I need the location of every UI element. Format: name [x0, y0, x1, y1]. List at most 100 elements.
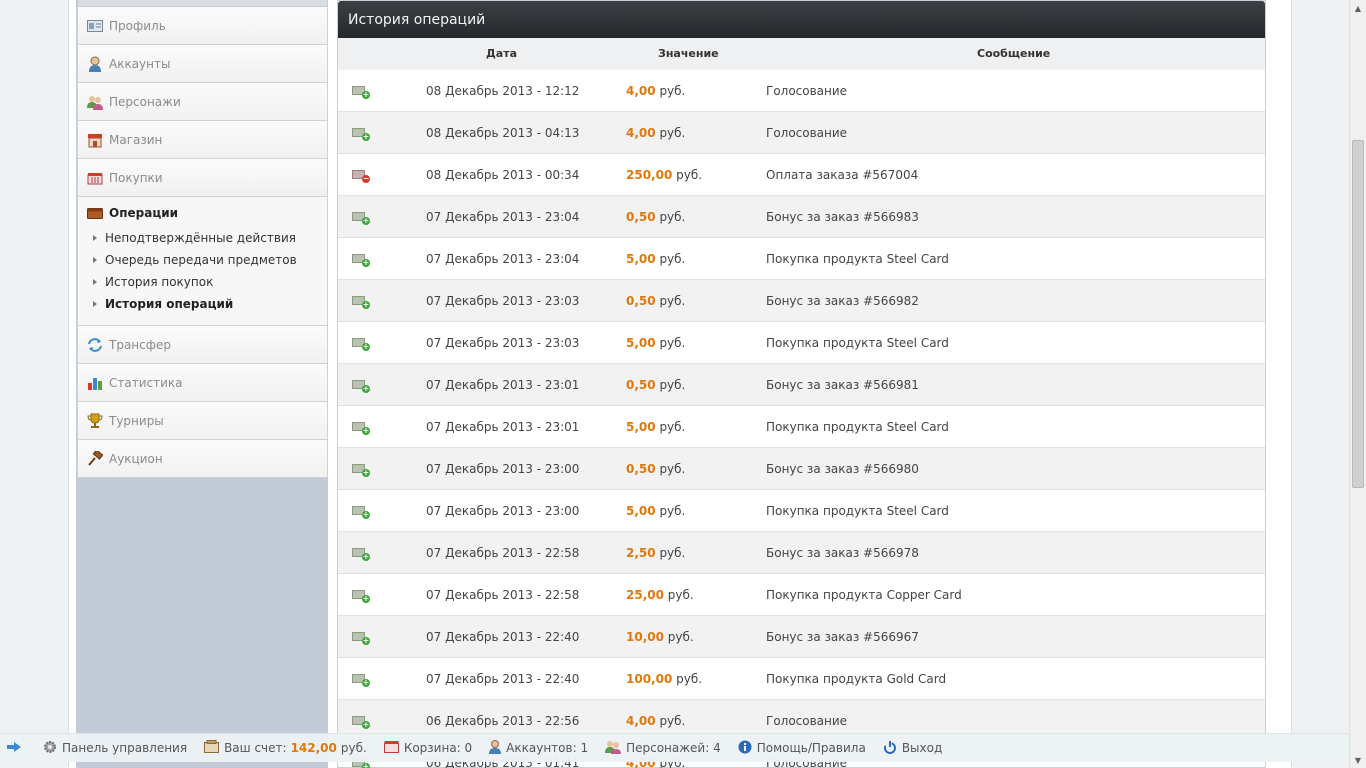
- sidebar-item-label: Статистика: [109, 375, 183, 390]
- row-date: 07 Декабрь 2013 - 23:04: [426, 252, 580, 266]
- card-plus-icon: +: [352, 211, 370, 225]
- row-amount: 0,50 руб.: [626, 294, 685, 308]
- user-icon: [87, 56, 103, 72]
- table-row: +08 Декабрь 2013 - 04:13 4,00 руб. Голосов…: [338, 112, 1265, 154]
- row-message: Покупка продукта Steel Card: [766, 336, 949, 350]
- column-header-date[interactable]: Дата: [486, 47, 517, 60]
- row-amount-value: 10,00: [626, 630, 664, 644]
- row-amount: 0,50 руб.: [626, 462, 685, 476]
- card-plus-icon: +: [352, 421, 370, 435]
- row-amount-value: 250,00: [626, 168, 673, 182]
- help-link[interactable]: Помощь/Правила: [738, 740, 866, 757]
- chart-icon: [87, 375, 103, 391]
- transfer-icon: [87, 337, 103, 353]
- row-amount-value: 2,50: [626, 546, 656, 560]
- row-date: 07 Декабрь 2013 - 23:00: [426, 462, 580, 476]
- sidebar: Профиль Аккаунты Персонажи Магазин Покуп…: [77, 0, 328, 478]
- sidebar-item-shop[interactable]: Магазин: [77, 121, 328, 159]
- row-amount: 0,50 руб.: [626, 210, 685, 224]
- table-row: +08 Декабрь 2013 - 12:12 4,00 руб. Голосов…: [338, 70, 1265, 112]
- balance-indicator[interactable]: Ваш счет: 142,00 руб.: [204, 740, 367, 756]
- logout-link[interactable]: Выход: [883, 740, 942, 757]
- card-plus-icon: +: [352, 337, 370, 351]
- characters-link[interactable]: Персонажей: 4: [605, 740, 721, 757]
- power-icon: [883, 740, 897, 757]
- operations-table-body: +08 Декабрь 2013 - 12:12 4,00 руб. Голосов…: [338, 70, 1265, 768]
- sidebar-item-auction[interactable]: Аукцион: [77, 440, 328, 478]
- bullet-arrow-icon: [93, 279, 97, 285]
- row-date: 07 Декабрь 2013 - 22:40: [426, 672, 580, 686]
- row-amount-currency: руб.: [659, 210, 686, 224]
- card-plus-icon: +: [352, 463, 370, 477]
- card-plus-icon: +: [352, 505, 370, 519]
- sidebar-item-label: Аукцион: [109, 451, 163, 466]
- control-panel-link[interactable]: Панель управления: [43, 740, 187, 757]
- row-amount: 2,50 руб.: [626, 546, 685, 560]
- scrollbar[interactable]: ▲ ▼: [1349, 0, 1366, 768]
- row-amount-value: 0,50: [626, 462, 656, 476]
- sidebar-item-purchases[interactable]: Покупки: [77, 159, 328, 197]
- row-amount: 250,00 руб.: [626, 168, 702, 182]
- column-header-message[interactable]: Сообщение: [977, 47, 1050, 60]
- card-plus-icon: +: [352, 253, 370, 267]
- row-message: Покупка продукта Steel Card: [766, 420, 949, 434]
- table-header: Дата Значение Сообщение: [338, 38, 1265, 70]
- row-amount-value: 5,00: [626, 336, 656, 350]
- row-amount-value: 5,00: [626, 420, 656, 434]
- row-amount-currency: руб.: [659, 462, 686, 476]
- sidebar-item-characters[interactable]: Персонажи: [77, 83, 328, 121]
- bullet-arrow-icon: [93, 257, 97, 263]
- row-date: 06 Декабрь 2013 - 22:56: [426, 714, 580, 728]
- gear-icon: [43, 740, 57, 757]
- row-amount-currency: руб.: [676, 168, 703, 182]
- row-message: Покупка продукта Steel Card: [766, 252, 949, 266]
- card-plus-icon: +: [352, 85, 370, 99]
- row-message: Покупка продукта Gold Card: [766, 672, 947, 686]
- sidebar-item-label: Аккаунты: [109, 56, 171, 71]
- table-row: +07 Декабрь 2013 - 22:40 10,00 руб. Бонус …: [338, 616, 1265, 658]
- row-message: Покупка продукта Steel Card: [766, 504, 949, 518]
- sidebar-item-accounts[interactable]: Аккаунты: [77, 45, 328, 83]
- profile-card-icon: [87, 18, 103, 34]
- row-date: 07 Декабрь 2013 - 23:00: [426, 504, 580, 518]
- balance-label: Ваш счет:: [224, 741, 287, 755]
- sidebar-link-label: Неподтверждённые действия: [105, 231, 296, 245]
- sidebar-item-profile[interactable]: Профиль: [77, 7, 328, 45]
- row-amount-value: 0,50: [626, 294, 656, 308]
- row-date: 08 Декабрь 2013 - 04:13: [426, 126, 580, 140]
- sidebar-link-label: История покупок: [105, 275, 214, 289]
- toolbar-toggle-button[interactable]: [6, 741, 27, 756]
- sidebar-item-tournaments[interactable]: Турниры: [77, 402, 328, 440]
- cart-link[interactable]: Корзина: 0: [383, 740, 472, 756]
- balance-currency: руб.: [340, 741, 367, 755]
- sidebar-item-transfer[interactable]: Трансфер: [77, 326, 328, 364]
- row-amount: 10,00 руб.: [626, 630, 694, 644]
- sidebar-link-operations-history[interactable]: История операций: [87, 293, 327, 315]
- help-label: Помощь/Правила: [756, 741, 866, 755]
- sidebar-item-statistics[interactable]: Статистика: [77, 364, 328, 402]
- row-amount-value: 4,00: [626, 714, 656, 728]
- card-plus-icon: +: [352, 715, 370, 729]
- column-header-value[interactable]: Значение: [658, 47, 719, 60]
- accounts-link[interactable]: Аккаунтов: 1: [489, 739, 588, 757]
- operations-heading[interactable]: Операции: [87, 205, 327, 221]
- row-amount: 4,00 руб.: [626, 126, 685, 140]
- sidebar-link-label: История операций: [105, 297, 234, 311]
- row-date: 07 Декабрь 2013 - 23:04: [426, 210, 580, 224]
- row-amount: 5,00 руб.: [626, 420, 685, 434]
- operations-title: Операции: [109, 206, 179, 220]
- row-amount-value: 5,00: [626, 504, 656, 518]
- sidebar-link-purchase-history[interactable]: История покупок: [87, 271, 327, 293]
- row-amount-currency: руб.: [667, 588, 694, 602]
- row-amount-currency: руб.: [659, 504, 686, 518]
- scroll-up-icon[interactable]: ▲: [1350, 0, 1366, 16]
- table-row: +07 Декабрь 2013 - 23:01 5,00 руб. Покупка…: [338, 406, 1265, 448]
- sidebar-link-transfer-queue[interactable]: Очередь передачи предметов: [87, 249, 327, 271]
- sidebar-link-unconfirmed[interactable]: Неподтверждённые действия: [87, 227, 327, 249]
- row-amount: 4,00 руб.: [626, 714, 685, 728]
- characters-label: Персонажей: 4: [626, 741, 721, 755]
- scroll-thumb[interactable]: [1352, 140, 1364, 488]
- basket-icon: [383, 740, 399, 756]
- scroll-down-icon[interactable]: ▼: [1350, 752, 1366, 768]
- row-message: Покупка продукта Copper Card: [766, 588, 962, 602]
